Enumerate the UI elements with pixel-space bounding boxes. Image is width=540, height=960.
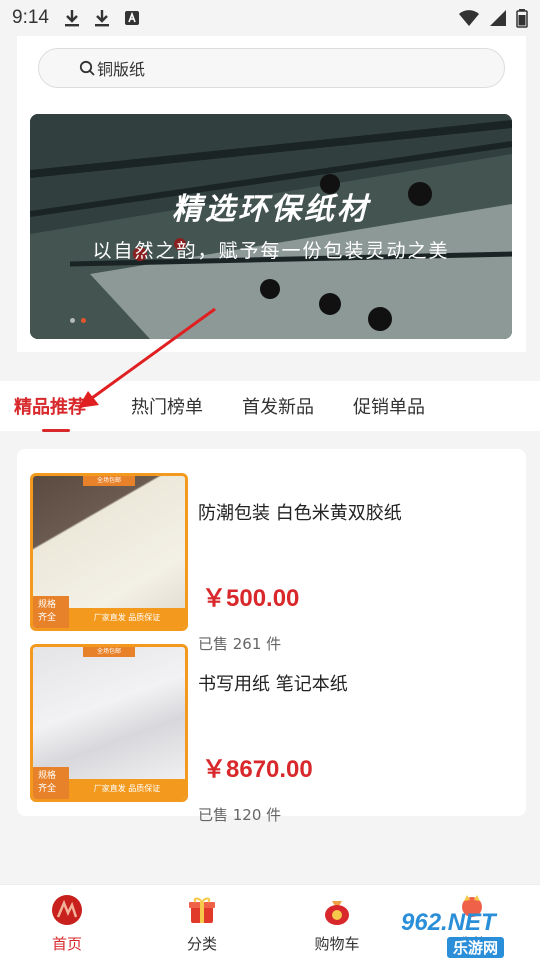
image-top-label: 全场包邮 xyxy=(83,476,135,486)
battery-icon xyxy=(516,9,528,28)
product-price: ￥8670.00 xyxy=(202,756,313,783)
status-icons-left xyxy=(63,8,141,28)
home-icon xyxy=(52,895,82,925)
nav-cart-label: 购物车 xyxy=(314,935,360,953)
image-badge-line2: 齐全 xyxy=(38,784,57,794)
banner[interactable]: 精选环保纸材 以自然之韵，赋予每一份包装灵动之美 xyxy=(30,114,512,339)
banner-subtitle: 以自然之韵，赋予每一份包装灵动之美 xyxy=(92,240,450,262)
download-icon xyxy=(64,10,79,27)
status-bar: 9:14 xyxy=(0,0,540,36)
top-card: 铜版纸 精选环保纸材 以自然之韵，赋予每一份包装灵动之美 xyxy=(17,36,526,352)
tab-promotions[interactable]: 促销单品 xyxy=(353,393,425,419)
image-badge-line1: 规格 xyxy=(38,600,57,610)
image-badge-line2: 齐全 xyxy=(38,613,57,623)
product-item[interactable]: 全场包邮 规格 齐全 厂家直发 品质保证 书写用纸 笔记本纸 ￥8670.00 … xyxy=(30,644,520,824)
image-footer: 厂家直发 品质保证 xyxy=(69,608,185,628)
signal-icon xyxy=(490,10,506,26)
search-text: 铜版纸 xyxy=(97,60,146,79)
nav-category[interactable]: 分类 xyxy=(162,893,242,954)
product-sold-count: 已售 120 件 xyxy=(198,806,282,824)
product-item[interactable]: 全场包邮 规格 齐全 厂家直发 品质保证 防潮包装 白色米黄双胶纸 ￥500.0… xyxy=(30,473,520,653)
banner-pagination xyxy=(70,318,86,323)
banner-dot-active[interactable] xyxy=(81,318,86,323)
product-image[interactable]: 全场包邮 规格 齐全 厂家直发 品质保证 xyxy=(30,473,188,631)
tab-new-arrivals[interactable]: 首发新品 xyxy=(242,393,314,419)
status-icons-right xyxy=(458,8,528,28)
category-tabs: 精品推荐 热门榜单 首发新品 促销单品 xyxy=(0,381,540,431)
wifi-icon xyxy=(459,10,479,26)
watermark-sub: 乐游网 xyxy=(447,937,505,958)
tab-featured[interactable]: 精品推荐 xyxy=(14,393,86,419)
gift-icon xyxy=(189,897,215,923)
product-list: 全场包邮 规格 齐全 厂家直发 品质保证 防潮包装 白色米黄双胶纸 ￥500.0… xyxy=(17,449,526,824)
nav-home[interactable]: 首页 xyxy=(27,893,107,954)
search-icon xyxy=(79,60,95,76)
image-badge: 规格 齐全 xyxy=(33,767,69,799)
tab-hot-list[interactable]: 热门榜单 xyxy=(131,393,203,419)
image-top-label: 全场包邮 xyxy=(83,647,135,657)
product-image[interactable]: 全场包邮 规格 齐全 厂家直发 品质保证 xyxy=(30,644,188,802)
watermark-logo: 962.NET 乐游网 xyxy=(401,909,534,958)
image-badge-line1: 规格 xyxy=(38,771,57,781)
banner-title: 精选环保纸材 xyxy=(172,192,370,227)
product-price: ￥500.00 xyxy=(202,585,300,612)
tab-active-indicator xyxy=(42,429,70,432)
search-input[interactable]: 铜版纸 xyxy=(38,48,505,88)
nav-cart[interactable]: 购物车 xyxy=(297,893,377,954)
product-title[interactable]: 书写用纸 笔记本纸 xyxy=(198,670,348,696)
nav-category-label: 分类 xyxy=(186,935,217,953)
watermark-text: 962.NET xyxy=(401,909,496,936)
download-icon xyxy=(94,10,109,27)
image-footer: 厂家直发 品质保证 xyxy=(69,779,185,799)
nav-home-label: 首页 xyxy=(51,935,82,953)
status-time: 9:14 xyxy=(12,7,49,28)
font-icon xyxy=(124,11,139,25)
image-badge: 规格 齐全 xyxy=(33,596,69,628)
product-title[interactable]: 防潮包装 白色米黄双胶纸 xyxy=(198,499,402,525)
banner-dot[interactable] xyxy=(70,318,75,323)
money-bag-icon xyxy=(325,901,349,925)
